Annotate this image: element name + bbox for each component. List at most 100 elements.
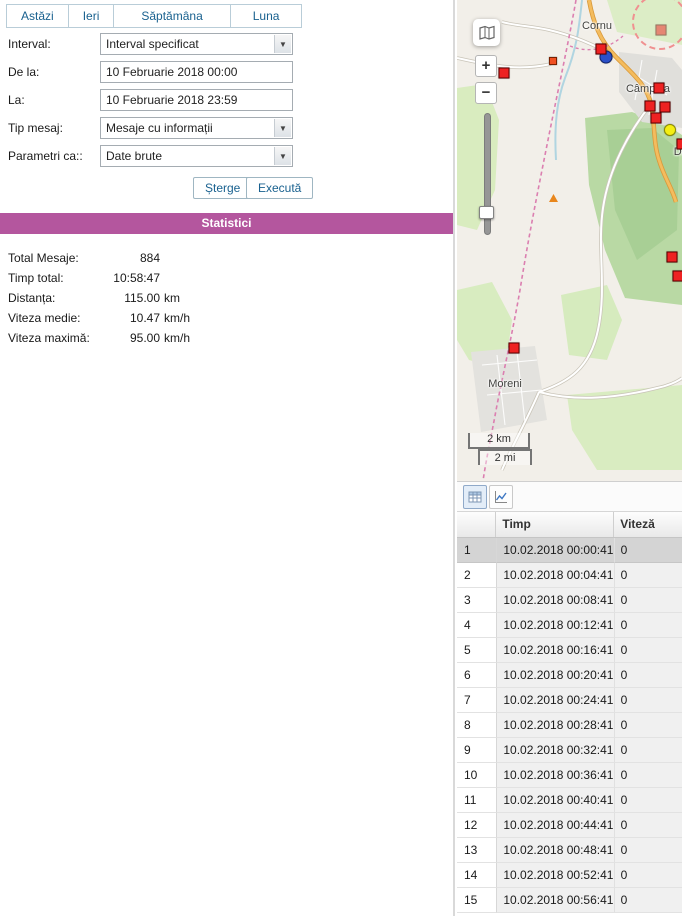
row-number-cell: 6 (457, 663, 497, 688)
table-view-icon (468, 490, 482, 504)
grid-toolbar (457, 482, 682, 512)
speed-cell: 0 (615, 788, 682, 813)
row-number-cell: 10 (457, 763, 497, 788)
map-canvas[interactable]: CornuCâmpinaMoreniDi + − 2 km 2 mi (457, 0, 682, 481)
map-marker-red[interactable] (673, 271, 682, 282)
chart-view-button[interactable] (489, 485, 513, 509)
map-marker-red-small[interactable] (549, 57, 557, 65)
message-type-label: Tip mesaj: (8, 121, 63, 135)
time-cell: 10.02.2018 00:28:41 (497, 713, 614, 738)
zoom-out-button[interactable]: − (475, 82, 497, 104)
map-scale: 2 km 2 mi (468, 433, 532, 465)
to-date-input[interactable]: 10 Februarie 2018 23:59 (100, 89, 293, 111)
map-marker-red[interactable] (667, 252, 678, 263)
from-date-input[interactable]: 10 Februarie 2018 00:00 (100, 61, 293, 83)
map-marker-red[interactable] (499, 68, 510, 79)
tab-0[interactable]: Astăzi (6, 4, 69, 28)
chart-view-icon (494, 490, 508, 504)
time-cell: 10.02.2018 00:16:41 (497, 638, 614, 663)
stat-unit: km/h (164, 331, 190, 345)
time-cell: 10.02.2018 00:48:41 (497, 838, 614, 863)
table-row[interactable]: 1310.02.2018 00:48:410 (457, 838, 682, 863)
table-row[interactable]: 910.02.2018 00:32:410 (457, 738, 682, 763)
tab-3[interactable]: Luna (230, 4, 303, 28)
time-cell: 10.02.2018 00:36:41 (497, 763, 614, 788)
time-cell: 10.02.2018 00:12:41 (497, 613, 614, 638)
row-number-cell: 1 (457, 538, 497, 563)
map-marker-red[interactable] (654, 83, 665, 94)
map-marker-red[interactable] (596, 44, 607, 55)
table-row[interactable]: 1110.02.2018 00:40:410 (457, 788, 682, 813)
time-column-header[interactable]: Timp (496, 512, 614, 537)
table-row[interactable]: 410.02.2018 00:12:410 (457, 613, 682, 638)
speed-cell: 0 (615, 588, 682, 613)
from-label: De la: (8, 65, 39, 79)
time-cell: 10.02.2018 00:24:41 (497, 688, 614, 713)
clear-button[interactable]: Șterge (193, 177, 252, 199)
table-row[interactable]: 1410.02.2018 00:52:410 (457, 863, 682, 888)
map-marker-red[interactable] (660, 102, 671, 113)
stat-value: 95.00 (105, 331, 160, 345)
stat-label: Viteza maximă: (8, 331, 105, 345)
map-marker-red[interactable] (651, 113, 662, 124)
table-row[interactable]: 1510.02.2018 00:56:410 (457, 888, 682, 913)
table-row[interactable]: 610.02.2018 00:20:410 (457, 663, 682, 688)
row-number-column-header[interactable] (457, 512, 496, 537)
interval-value: Interval specificat (106, 37, 199, 51)
row-number-cell: 12 (457, 813, 497, 838)
table-row[interactable]: 710.02.2018 00:24:410 (457, 688, 682, 713)
time-cell: 10.02.2018 00:20:41 (497, 663, 614, 688)
chevron-down-icon: ▼ (274, 147, 291, 165)
table-row[interactable]: 510.02.2018 00:16:410 (457, 638, 682, 663)
map-place-label: Moreni (488, 378, 522, 390)
grid-header: Timp Viteză (457, 512, 682, 538)
map-marker-red[interactable] (509, 343, 520, 354)
map-marker-red[interactable] (677, 139, 682, 150)
row-number-cell: 3 (457, 588, 497, 613)
query-panel: AstăziIeriSăptămânaLuna Interval: Interv… (0, 0, 455, 916)
scale-mi: 2 mi (478, 449, 532, 465)
params-value: Date brute (106, 149, 162, 163)
stat-label: Timp total: (8, 271, 105, 285)
speed-cell: 0 (615, 663, 682, 688)
to-label: La: (8, 93, 25, 107)
time-cell: 10.02.2018 00:32:41 (497, 738, 614, 763)
map-marker-red[interactable] (645, 101, 656, 112)
row-number-cell: 7 (457, 688, 497, 713)
stats-list: Total Mesaje:884Timp total:10:58:47Dista… (8, 248, 428, 348)
speed-column-header[interactable]: Viteză (614, 512, 682, 537)
table-row[interactable]: 210.02.2018 00:04:410 (457, 563, 682, 588)
statistics-header: Statistici (0, 213, 453, 234)
map-marker-yellow[interactable] (664, 124, 676, 136)
params-select[interactable]: Date brute ▼ (100, 145, 293, 167)
stat-unit: km/h (164, 311, 190, 325)
row-number-cell: 4 (457, 613, 497, 638)
map-marker-red-faded[interactable] (656, 25, 667, 36)
stat-label: Viteza medie: (8, 311, 105, 325)
zoom-slider-handle[interactable] (479, 206, 494, 219)
tab-1[interactable]: Ieri (68, 4, 115, 28)
table-row[interactable]: 1210.02.2018 00:44:410 (457, 813, 682, 838)
stat-label: Distanța: (8, 291, 105, 305)
execute-button[interactable]: Execută (246, 177, 313, 199)
message-type-select[interactable]: Mesaje cu informații ▼ (100, 117, 293, 139)
zoom-in-button[interactable]: + (475, 55, 497, 77)
tab-2[interactable]: Săptămâna (113, 4, 230, 28)
layers-icon (479, 25, 495, 41)
row-number-cell: 8 (457, 713, 497, 738)
row-number-cell: 15 (457, 888, 497, 913)
table-row[interactable]: 1010.02.2018 00:36:410 (457, 763, 682, 788)
speed-cell: 0 (615, 838, 682, 863)
stat-row: Viteza medie:10.47km/h (8, 308, 428, 328)
app-window: AstăziIeriSăptămânaLuna Interval: Interv… (0, 0, 682, 916)
interval-select[interactable]: Interval specificat ▼ (100, 33, 293, 55)
params-label: Parametri ca:: (8, 149, 83, 163)
table-row[interactable]: 310.02.2018 00:08:410 (457, 588, 682, 613)
table-row[interactable]: 810.02.2018 00:28:410 (457, 713, 682, 738)
table-view-button[interactable] (463, 485, 487, 509)
speed-cell: 0 (615, 613, 682, 638)
stat-row: Timp total:10:58:47 (8, 268, 428, 288)
layers-button[interactable] (473, 19, 500, 46)
row-number-cell: 11 (457, 788, 497, 813)
table-row[interactable]: 110.02.2018 00:00:410 (457, 538, 682, 563)
